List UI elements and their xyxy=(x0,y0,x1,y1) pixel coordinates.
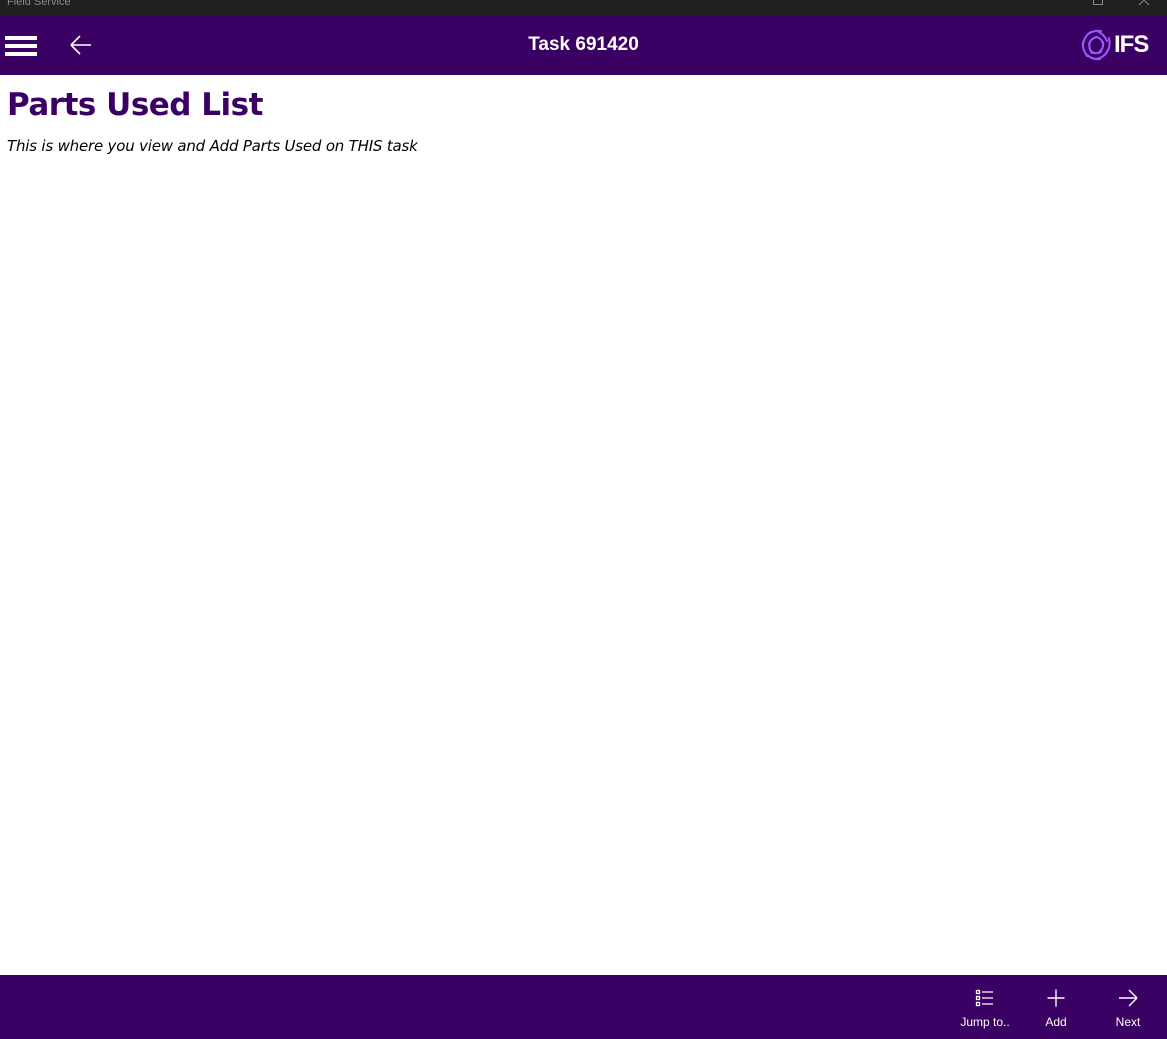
page-subtitle: This is where you view and Add Parts Use… xyxy=(7,137,418,155)
maximize-icon xyxy=(1093,0,1103,5)
hamburger-menu-button[interactable] xyxy=(5,36,37,56)
window-title: Field Service xyxy=(7,0,71,8)
add-button[interactable]: Add xyxy=(1020,975,1092,1039)
next-label: Next xyxy=(1115,1015,1141,1029)
next-button[interactable]: Next xyxy=(1092,975,1164,1039)
app-header: Task 691420 IFS xyxy=(0,15,1167,75)
add-label: Add xyxy=(1045,1015,1067,1029)
bottom-command-bar: Jump to.. Add Next xyxy=(0,975,1167,1039)
close-icon xyxy=(1138,0,1150,6)
page-title: Parts Used List xyxy=(7,87,263,123)
jump-to-button[interactable]: Jump to.. xyxy=(949,975,1021,1039)
close-window-button[interactable] xyxy=(1121,0,1167,15)
window-titlebar: Field Service xyxy=(0,0,1167,15)
arrow-right-icon xyxy=(1119,989,1138,1007)
page-header-title: Task 691420 xyxy=(528,34,639,55)
back-button[interactable] xyxy=(68,33,94,57)
ifs-logo: IFS xyxy=(1080,28,1155,62)
main-content: Parts Used List This is where you view a… xyxy=(0,75,1167,975)
list-icon xyxy=(975,989,993,1007)
hamburger-menu-icon xyxy=(5,36,37,40)
logo-text: IFS xyxy=(1114,31,1149,58)
plus-icon xyxy=(1047,989,1065,1007)
maximize-button[interactable] xyxy=(1075,0,1121,15)
jump-to-label: Jump to.. xyxy=(960,1015,1010,1029)
ifs-swirl-icon xyxy=(1081,29,1111,61)
back-arrow-icon xyxy=(70,35,91,55)
